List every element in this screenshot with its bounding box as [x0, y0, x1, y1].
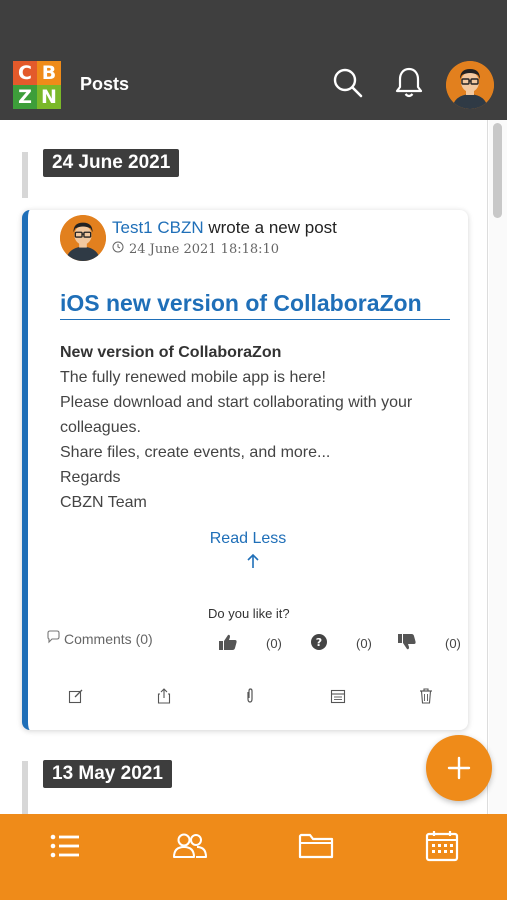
bell-icon[interactable]	[392, 64, 426, 102]
question-count: (0)	[356, 636, 372, 651]
body-line: Share files, create events, and more...	[60, 444, 331, 461]
user-avatar[interactable]	[446, 61, 494, 109]
app-header: C B Z N Posts	[0, 0, 507, 120]
post-card: Test1 CBZN wrote a new post 24 June 2021…	[22, 210, 468, 730]
scrollbar-thumb[interactable]	[493, 123, 502, 218]
date-label: 24 June 2021	[43, 149, 180, 177]
page-title: Posts	[80, 74, 130, 94]
like-prompt: Do you like it?	[208, 606, 290, 621]
post-timestamp: 24 June 2021 18:18:10	[112, 241, 279, 257]
comments-count: Comments (0)	[64, 630, 153, 647]
comment-icon	[46, 630, 60, 647]
body-line: CBZN Team	[60, 494, 147, 511]
thumbs-up-icon	[218, 633, 238, 654]
feed[interactable]: 24 June 2021 Test1 CBZN wrote a new post…	[0, 120, 507, 814]
read-less-link[interactable]: Read Less	[28, 530, 468, 548]
logo-letter: N	[37, 85, 61, 109]
nav-folder-icon[interactable]	[296, 828, 336, 864]
date-divider	[22, 761, 28, 814]
search-icon[interactable]	[331, 64, 365, 102]
attachment-icon[interactable]	[240, 686, 260, 706]
body-line: Please download and start collaborating …	[60, 394, 413, 436]
logo-letter: B	[37, 61, 61, 85]
logo-letter: Z	[13, 85, 37, 109]
logo-letter: C	[13, 61, 37, 85]
plus-icon	[447, 756, 471, 780]
body-heading: New version of CollaboraZon	[60, 344, 282, 361]
question-reaction[interactable]: ? (0)	[310, 633, 372, 654]
delete-icon[interactable]	[416, 686, 436, 706]
scrollbar-track[interactable]	[489, 120, 507, 814]
author-avatar[interactable]	[60, 215, 106, 261]
nav-calendar-icon[interactable]	[422, 828, 462, 864]
body-line: Regards	[60, 469, 121, 486]
edit-icon[interactable]	[66, 686, 86, 706]
post-body: New version of CollaboraZon The fully re…	[60, 340, 440, 515]
author-line: Test1 CBZN wrote a new post	[112, 218, 337, 238]
date-label: 13 May 2021	[43, 760, 172, 788]
dislike-reaction[interactable]: (0)	[397, 633, 461, 654]
clock-icon	[112, 241, 124, 257]
comments-link[interactable]: Comments (0)	[46, 630, 153, 647]
post-title[interactable]: iOS new version of CollaboraZon	[60, 290, 450, 320]
like-count: (0)	[266, 636, 282, 651]
question-icon: ?	[310, 633, 328, 654]
nav-users-icon[interactable]	[170, 828, 210, 864]
svg-text:?: ?	[316, 636, 322, 649]
bottom-nav	[0, 814, 507, 900]
calendar-icon[interactable]	[328, 686, 348, 706]
cbzn-logo[interactable]: C B Z N	[13, 61, 61, 109]
dislike-count: (0)	[445, 636, 461, 651]
nav-list-icon[interactable]	[45, 828, 85, 864]
timestamp-text: 24 June 2021 18:18:10	[129, 241, 280, 257]
author-action: wrote a new post	[203, 218, 337, 237]
thumbs-down-icon	[397, 633, 417, 654]
add-post-button[interactable]	[426, 735, 492, 801]
like-reaction[interactable]: (0)	[218, 633, 282, 654]
author-name[interactable]: Test1 CBZN	[112, 218, 204, 237]
body-line: The fully renewed mobile app is here!	[60, 369, 326, 386]
arrow-up-icon[interactable]	[245, 552, 261, 570]
share-icon[interactable]	[154, 686, 174, 706]
date-divider	[22, 152, 28, 198]
